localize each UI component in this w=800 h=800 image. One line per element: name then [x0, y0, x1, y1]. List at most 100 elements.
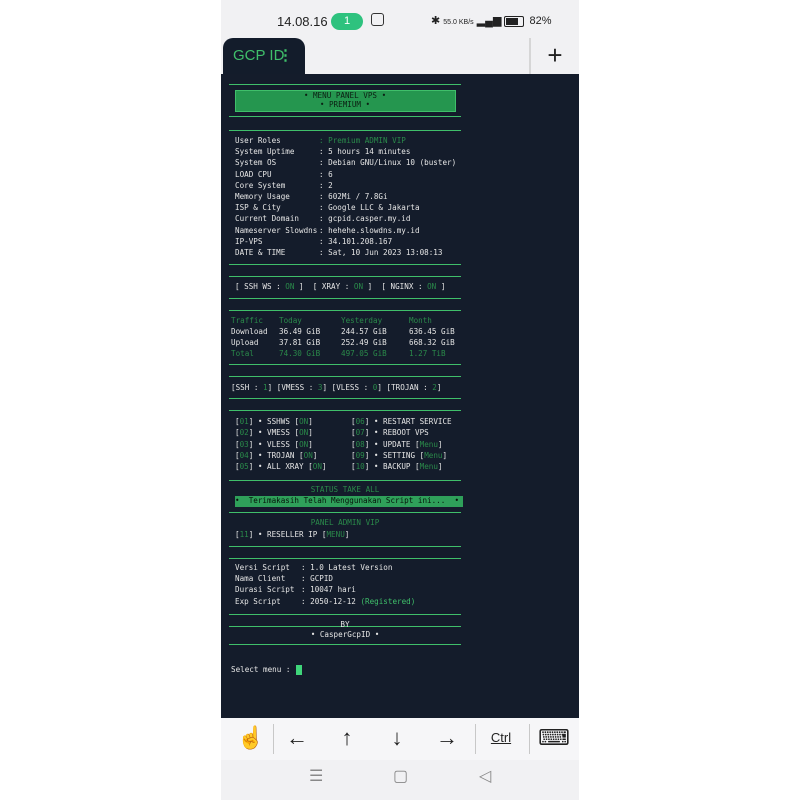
info-value: : Sat, 10 Jun 2023 13:08:13	[319, 248, 443, 257]
arrow-down-key[interactable]: ↓	[377, 718, 417, 760]
menu-item[interactable]: [05] • ALL XRAY [ON]	[235, 462, 327, 472]
menu-item-label: • BACKUP	[373, 462, 411, 472]
script-info-text: : 10047 hari	[301, 585, 356, 595]
account-end: ]	[267, 383, 273, 392]
script-info-text: : GCPID	[301, 574, 334, 584]
menu-item-label: • VMESS	[257, 428, 290, 438]
divider	[229, 84, 461, 85]
add-tab-button[interactable]: +	[529, 38, 579, 74]
info-label: Current Domain	[235, 214, 300, 224]
battery-level: 82%	[529, 15, 552, 27]
divider	[229, 298, 461, 299]
service-name: [ XRAY :	[312, 282, 354, 291]
menu-item[interactable]: [06] • RESTART SERVICE	[351, 417, 452, 427]
service-end: ]	[363, 282, 373, 291]
info-value: : Debian GNU/Linux 10 (buster)	[319, 158, 457, 168]
terminal-cursor[interactable]	[296, 665, 302, 675]
menu-item-label: • TROJAN	[257, 450, 295, 460]
account-counts-row: [SSH : 1] [VMESS : 3] [VLESS : 0] [TROJA…	[231, 383, 441, 393]
account-end: ]	[322, 383, 328, 392]
menu-item-tag: Menu	[424, 450, 443, 460]
service-state: ON	[427, 282, 437, 291]
service-status: [ NGINX : ON ]	[381, 282, 445, 291]
traffic-header: Month	[409, 316, 432, 325]
menu-item-number: 09	[355, 450, 365, 460]
menu-item[interactable]: [03] • VLESS [ON]	[235, 440, 313, 450]
info-value: : 5 hours 14 minutes	[319, 147, 411, 157]
menu-item[interactable]: [08] • UPDATE [Menu]	[351, 440, 443, 450]
battery-icon	[504, 15, 525, 27]
divider	[229, 546, 461, 547]
service-status: [ XRAY : ON ]	[313, 282, 372, 291]
recent-apps-button[interactable]: ☰	[309, 766, 323, 786]
divider	[229, 512, 461, 513]
info-label: User Roles	[235, 136, 281, 145]
menu-item-number: 10	[355, 462, 365, 472]
menu-item-tag: ON	[312, 462, 322, 472]
divider	[229, 364, 461, 365]
keyboard-icon[interactable]: ⌨	[533, 718, 575, 760]
account-count: [VMESS : 3]	[277, 383, 327, 392]
service-end: ]	[294, 282, 304, 291]
ctrl-key[interactable]: Ctrl	[479, 718, 523, 760]
back-button[interactable]: ◁	[479, 766, 491, 786]
menu-item[interactable]: [10] • BACKUP [Menu]	[351, 462, 443, 472]
traffic-cell: Total	[231, 349, 254, 358]
menu-item-number: 01	[239, 417, 249, 426]
divider	[229, 264, 461, 265]
menu-item-number: 08	[355, 439, 365, 449]
phone-screen: 14.08.16 1 ✱ 55.0 KB/s ▂▄▆ 82% GCP ID ⋮ …	[221, 0, 579, 800]
touch-icon[interactable]: ☝	[231, 718, 271, 760]
script-info-text: : 2050-12-12	[301, 596, 361, 606]
menu-item-number: 07	[355, 428, 365, 438]
info-label: Memory Usage	[235, 192, 290, 201]
home-button[interactable]: ▢	[393, 766, 408, 786]
menu-item[interactable]: [04] • TROJAN [ON]	[235, 451, 317, 461]
traffic-cell: 668.32 GiB	[409, 338, 455, 347]
extra-keys-bar: ☝ ← ↑ ↓ → Ctrl ⌨	[221, 718, 579, 760]
info-value: : gcpid.casper.my.id	[319, 214, 411, 224]
status-take-all-title: STATUS TAKE ALL	[310, 485, 380, 494]
menu-item-number: 04	[239, 450, 249, 460]
tab-gcp-id[interactable]: GCP ID ⋮	[223, 38, 305, 74]
traffic-header: Traffic	[231, 316, 264, 325]
info-value: : 34.101.208.167	[319, 236, 393, 246]
arrow-up-key[interactable]: ↑	[327, 718, 367, 760]
script-info-label: Exp Script	[235, 596, 281, 606]
session-tabs: GCP ID ⋮ +	[221, 38, 579, 74]
info-label: ISP & City	[235, 203, 281, 213]
service-status-row: [ SSH WS : ON ] [ XRAY : ON ] [ NGINX : …	[235, 282, 445, 292]
arrow-right-key[interactable]: →	[427, 718, 467, 760]
menu-item[interactable]: [02] • VMESS [ON]	[235, 428, 313, 438]
traffic-cell: 1.27 TiB	[409, 349, 446, 358]
menu-item[interactable]: [01] • SSHWS [ON]	[235, 417, 313, 427]
instagram-icon	[371, 13, 384, 26]
menu-item[interactable]: [09] • SETTING [Menu]	[351, 451, 447, 461]
traffic-cell: Upload	[231, 338, 259, 347]
author-name: • CasperGcpID •	[310, 630, 380, 639]
arrow-left-key[interactable]: ←	[277, 718, 317, 760]
info-value: : Google LLC & Jakarta	[319, 203, 420, 213]
menu-item-label: • ALL XRAY	[257, 462, 304, 472]
menu-item-number: 06	[355, 417, 365, 426]
divider	[229, 116, 461, 117]
script-info-label: Nama Client	[235, 574, 286, 584]
status-time: 14.08.16	[277, 14, 328, 29]
key-separator	[475, 724, 476, 754]
divider	[229, 276, 461, 277]
info-value: : hehehe.slowdns.my.id	[319, 225, 420, 235]
tab-menu-icon[interactable]: ⋮	[278, 38, 293, 74]
info-label: LOAD CPU	[235, 169, 272, 179]
script-info-value: : 10047 hari	[301, 585, 356, 595]
info-value: : Premium ADMIN VIP	[319, 136, 406, 145]
traffic-cell: Download	[231, 327, 268, 336]
menu-item[interactable]: [07] • REBOOT VPS	[351, 428, 429, 438]
divider	[229, 376, 461, 377]
info-label: DATE & TIME	[235, 248, 286, 257]
terminal-output[interactable]: • MENU PANEL VPS • • PREMIUM • User Role…	[221, 74, 579, 718]
script-info-label: Durasi Script	[235, 585, 295, 595]
traffic-cell: 497.05 GiB	[341, 349, 387, 358]
account-type: [SSH :	[231, 383, 264, 392]
info-label: Nameserver Slowdns	[235, 225, 318, 235]
menu-item-reseller-ip[interactable]: [11] • RESELLER IP [MENU]	[235, 530, 349, 540]
